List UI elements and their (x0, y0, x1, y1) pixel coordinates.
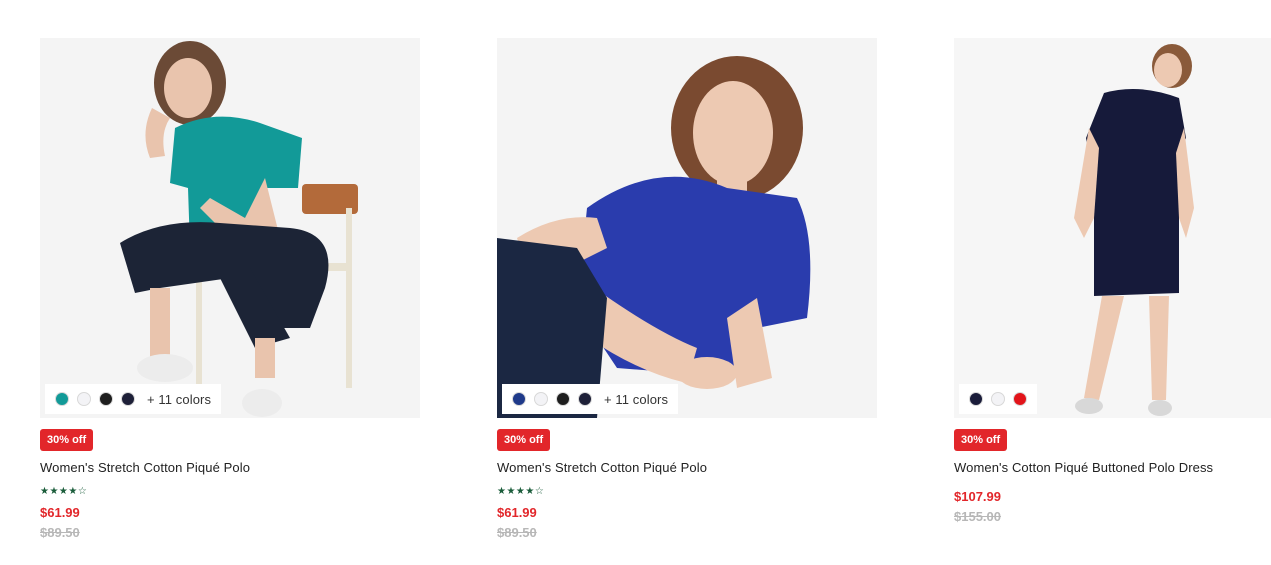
product-title[interactable]: Women's Stretch Cotton Piqué Polo (497, 460, 877, 475)
more-colors-link[interactable]: + 11 colors (604, 392, 668, 407)
discount-badge: 30% off (954, 429, 1008, 451)
color-swatches: + 11 colors (502, 384, 679, 414)
color-swatch[interactable] (77, 392, 91, 406)
original-price: $89.50 (40, 525, 80, 540)
product-image[interactable]: + 11 colors (40, 38, 420, 418)
color-swatch[interactable] (556, 392, 570, 406)
color-swatch[interactable] (55, 392, 69, 406)
rating-stars-icon: ★★★★☆ (40, 486, 88, 497)
sale-price: $61.99 (40, 505, 80, 520)
model-blue-polo-image (497, 38, 877, 418)
product-grid: + 11 colors 30% off Women's Stretch Cott… (40, 38, 1271, 540)
original-price: $89.50 (497, 525, 537, 540)
product-card[interactable]: 30% off Women's Cotton Piqué Buttoned Po… (954, 38, 1271, 540)
color-swatch[interactable] (121, 392, 135, 406)
model-navy-dress-image (954, 38, 1271, 418)
color-swatches (959, 384, 1037, 414)
product-title[interactable]: Women's Stretch Cotton Piqué Polo (40, 460, 420, 475)
color-swatch[interactable] (1013, 392, 1027, 406)
product-card[interactable]: + 11 colors 30% off Women's Stretch Cott… (40, 38, 420, 540)
color-swatches: + 11 colors (45, 384, 222, 414)
product-image[interactable]: + 11 colors (497, 38, 877, 418)
color-swatch[interactable] (969, 392, 983, 406)
product-card[interactable]: + 11 colors 30% off Women's Stretch Cott… (497, 38, 877, 540)
more-colors-link[interactable]: + 11 colors (147, 392, 211, 407)
rating-stars-icon: ★★★★☆ (497, 486, 545, 497)
original-price: $155.00 (954, 509, 1001, 524)
color-swatch[interactable] (534, 392, 548, 406)
discount-badge: 30% off (497, 429, 551, 451)
color-swatch[interactable] (99, 392, 113, 406)
discount-badge: 30% off (40, 429, 94, 451)
sale-price: $61.99 (497, 505, 537, 520)
color-swatch[interactable] (578, 392, 592, 406)
model-green-polo-image (40, 38, 420, 418)
product-title[interactable]: Women's Cotton Piqué Buttoned Polo Dress (954, 460, 1271, 475)
product-image[interactable] (954, 38, 1271, 418)
color-swatch[interactable] (991, 392, 1005, 406)
color-swatch[interactable] (512, 392, 526, 406)
sale-price: $107.99 (954, 489, 1001, 504)
